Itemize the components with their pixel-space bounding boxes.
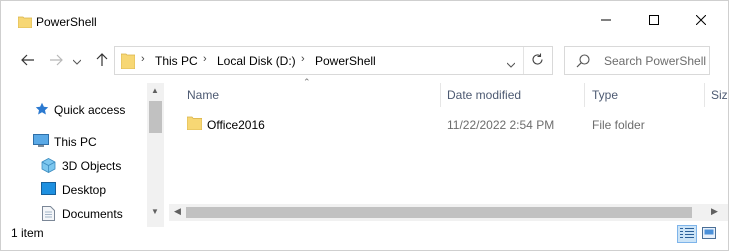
navigation-scrollbar[interactable]: ▲ ▼: [147, 83, 164, 227]
breadcrumb-chevron[interactable]: ›: [141, 53, 145, 65]
desktop-icon: [41, 182, 56, 198]
sidebar-item-desktop[interactable]: Desktop: [1, 179, 147, 201]
computer-icon: [33, 134, 49, 151]
close-icon: [695, 14, 707, 28]
breadcrumb-powershell[interactable]: PowerShell: [315, 54, 376, 68]
file-name[interactable]: Office2016: [207, 118, 265, 132]
sidebar-item-this-pc[interactable]: This PC: [1, 131, 147, 153]
status-item-count: 1 item: [11, 226, 44, 240]
sidebar-item-documents[interactable]: Documents: [1, 203, 147, 225]
arrow-left-icon: [21, 54, 35, 69]
close-button[interactable]: [678, 1, 724, 41]
sidebar-item-label: Documents: [62, 207, 123, 221]
title-bar[interactable]: PowerShell: [1, 1, 728, 41]
navigation-pane: Quick access This PC 3D Objects Desktop …: [1, 83, 166, 227]
details-view-icon: [680, 227, 694, 242]
column-header-name[interactable]: Name: [187, 88, 219, 102]
sidebar-item-label: Desktop: [62, 183, 107, 197]
folder-icon: [120, 53, 136, 72]
up-button[interactable]: [92, 51, 112, 71]
star-icon: [35, 102, 49, 119]
sort-ascending-icon: ⌃: [303, 77, 311, 87]
window-title: PowerShell: [36, 15, 97, 29]
breadcrumb-chevron[interactable]: ›: [301, 53, 305, 65]
file-type: File folder: [592, 118, 645, 132]
sidebar-item-label: Quick access: [54, 103, 126, 117]
chevron-down-icon: [506, 62, 516, 68]
search-placeholder: Search PowerShell: [604, 54, 707, 68]
back-button[interactable]: [18, 51, 38, 71]
recent-locations-button[interactable]: [67, 51, 87, 71]
search-icon: [576, 54, 590, 71]
column-header-date-modified[interactable]: Date modified: [447, 88, 521, 102]
minimize-icon: [601, 14, 611, 28]
sidebar-item-3d-objects[interactable]: 3D Objects: [1, 155, 147, 177]
breadcrumb-local-disk[interactable]: Local Disk (D:): [217, 54, 296, 68]
maximize-icon: [649, 14, 659, 28]
file-date-modified: 11/22/2022 2:54 PM: [447, 118, 555, 132]
details-view-button[interactable]: [677, 225, 697, 243]
address-dropdown[interactable]: [506, 57, 516, 71]
documents-icon: [42, 206, 55, 224]
arrow-right-icon: [49, 54, 63, 69]
horizontal-scrollbar[interactable]: ◀ ▶: [169, 204, 728, 221]
chevron-down-icon: [72, 54, 82, 68]
maximize-button[interactable]: [631, 1, 677, 41]
sidebar-item-label: 3D Objects: [62, 159, 122, 173]
scroll-thumb[interactable]: [186, 207, 692, 218]
chevron-up-icon[interactable]: ▲: [151, 86, 159, 95]
refresh-icon: [531, 53, 544, 69]
refresh-button[interactable]: [528, 52, 546, 70]
large-icons-view-button[interactable]: [699, 225, 719, 243]
address-bar[interactable]: › This PC › Local Disk (D:) › PowerShell: [114, 46, 553, 75]
cube-icon: [41, 158, 56, 176]
column-divider[interactable]: [704, 83, 705, 107]
forward-button[interactable]: [46, 51, 66, 71]
chevron-right-icon[interactable]: ▶: [711, 206, 718, 217]
folder-icon: [17, 16, 33, 31]
search-input[interactable]: Search PowerShell: [564, 46, 710, 75]
explorer-window: PowerShell › This PC › Local Disk (D:) ›…: [0, 0, 729, 251]
sidebar-item-label: This PC: [54, 135, 97, 149]
minimize-button[interactable]: [583, 1, 629, 41]
column-header-type[interactable]: Type: [592, 88, 618, 102]
breadcrumb-this-pc[interactable]: This PC: [155, 54, 198, 68]
large-icons-view-icon: [702, 226, 716, 242]
sidebar-item-quick-access[interactable]: Quick access: [1, 99, 147, 121]
chevron-left-icon[interactable]: ◀: [174, 206, 181, 217]
chevron-down-icon[interactable]: ▼: [151, 207, 159, 216]
scroll-thumb[interactable]: [149, 101, 162, 133]
column-divider[interactable]: [440, 83, 441, 107]
folder-icon: [186, 116, 203, 133]
divider: [523, 47, 524, 74]
column-header-size[interactable]: Siz: [711, 88, 728, 102]
breadcrumb-chevron[interactable]: ›: [203, 53, 207, 65]
arrow-up-icon: [96, 52, 108, 70]
column-divider[interactable]: [584, 83, 585, 107]
